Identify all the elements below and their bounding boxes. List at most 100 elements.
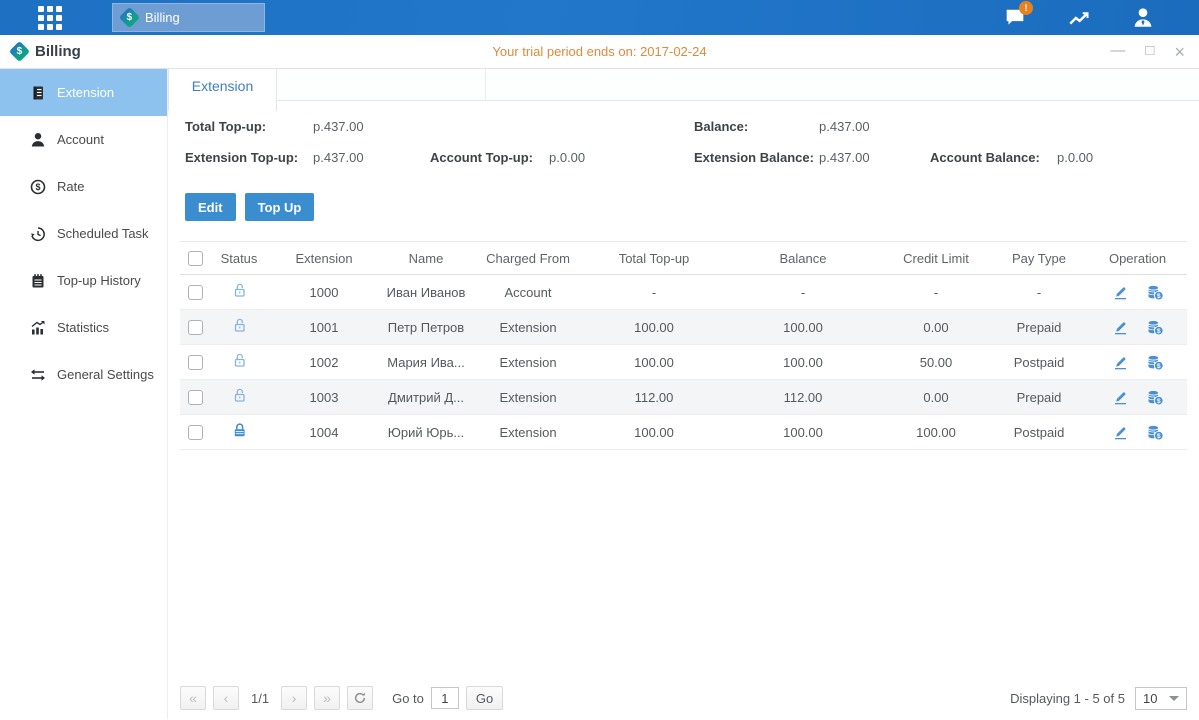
sidebar-item-statistics[interactable]: Statistics bbox=[0, 304, 167, 351]
ledger-icon bbox=[30, 85, 46, 101]
last-page-button[interactable]: » bbox=[314, 686, 340, 710]
prev-page-button[interactable]: ‹ bbox=[213, 686, 239, 710]
cell-extension: 1001 bbox=[268, 310, 380, 345]
coins-icon: $ bbox=[1146, 354, 1164, 371]
row-checkbox[interactable] bbox=[188, 320, 203, 335]
row-checkbox[interactable] bbox=[188, 285, 203, 300]
edit-row-button[interactable] bbox=[1110, 387, 1132, 407]
sidebar-item-label: Top-up History bbox=[57, 273, 141, 288]
unlocked-icon bbox=[231, 282, 248, 299]
col-extension: Extension bbox=[268, 242, 380, 275]
clock-history-icon bbox=[30, 226, 46, 242]
sidebar-item-rate[interactable]: $ Rate bbox=[0, 163, 167, 210]
go-button[interactable]: Go bbox=[466, 686, 503, 710]
cell-pay-type: Postpaid bbox=[990, 345, 1088, 380]
top-up-row-button[interactable]: $ bbox=[1144, 422, 1166, 442]
cell-credit-limit: 0.00 bbox=[882, 380, 990, 415]
account-topup-label: Account Top-up: bbox=[430, 150, 533, 165]
svg-text:$: $ bbox=[1156, 362, 1160, 369]
cell-balance: 100.00 bbox=[724, 345, 882, 380]
top-up-button[interactable]: Top Up bbox=[245, 193, 315, 221]
cell-pay-type: - bbox=[990, 275, 1088, 310]
pencil-icon bbox=[1112, 424, 1129, 441]
refresh-icon bbox=[353, 691, 367, 705]
svg-text:$: $ bbox=[1156, 432, 1160, 439]
first-page-button[interactable]: « bbox=[180, 686, 206, 710]
table-row: 1002 Мария Ива... Extension 100.00 100.0… bbox=[180, 345, 1187, 380]
edit-row-button[interactable] bbox=[1110, 282, 1132, 302]
table-row: 1001 Петр Петров Extension 100.00 100.00… bbox=[180, 310, 1187, 345]
top-up-row-button[interactable]: $ bbox=[1144, 387, 1166, 407]
top-up-row-button[interactable]: $ bbox=[1144, 352, 1166, 372]
sidebar-item-label: General Settings bbox=[57, 367, 154, 382]
sidebar: Extension Account $ Rate Scheduled Task bbox=[0, 69, 168, 719]
cell-name: Юрий Юрь... bbox=[380, 415, 472, 450]
bar-chart-icon bbox=[30, 320, 46, 336]
col-name: Name bbox=[380, 242, 472, 275]
edit-row-button[interactable] bbox=[1110, 352, 1132, 372]
row-checkbox[interactable] bbox=[188, 425, 203, 440]
user-account-button[interactable] bbox=[1129, 7, 1157, 29]
maximize-button[interactable]: □ bbox=[1145, 43, 1154, 61]
coins-icon: $ bbox=[1146, 389, 1164, 406]
cell-charged-from: Extension bbox=[472, 380, 584, 415]
cell-extension: 1004 bbox=[268, 415, 380, 450]
sidebar-item-scheduled-task[interactable]: Scheduled Task bbox=[0, 210, 167, 257]
cell-total-topup: 100.00 bbox=[584, 345, 724, 380]
next-page-button[interactable]: › bbox=[281, 686, 307, 710]
minimize-button[interactable]: — bbox=[1110, 43, 1125, 61]
svg-text:$: $ bbox=[1156, 327, 1160, 334]
sidebar-item-general-settings[interactable]: General Settings bbox=[0, 351, 167, 398]
cell-name: Петр Петров bbox=[380, 310, 472, 345]
extension-topup-label: Extension Top-up: bbox=[185, 150, 298, 165]
sidebar-item-extension[interactable]: Extension bbox=[0, 69, 167, 116]
select-all-checkbox[interactable] bbox=[188, 251, 203, 266]
tab-strip bbox=[168, 69, 1199, 101]
page-size-select[interactable]: 10 bbox=[1135, 687, 1187, 710]
cell-credit-limit: 0.00 bbox=[882, 310, 990, 345]
user-icon bbox=[1131, 7, 1155, 28]
tab-extension[interactable]: Extension bbox=[168, 69, 277, 111]
displaying-text: Displaying 1 - 5 of 5 bbox=[1010, 691, 1125, 706]
extension-balance-value: p.437.00 bbox=[819, 150, 870, 165]
total-topup-value: p.437.00 bbox=[313, 119, 364, 134]
cell-extension: 1000 bbox=[268, 275, 380, 310]
col-credit-limit: Credit Limit bbox=[882, 242, 990, 275]
app-launcher-grid-icon[interactable] bbox=[38, 6, 62, 30]
close-button[interactable]: × bbox=[1174, 43, 1185, 61]
sidebar-item-account[interactable]: Account bbox=[0, 116, 167, 163]
top-app-bar: $ Billing ! bbox=[0, 0, 1199, 35]
dollar-circle-icon: $ bbox=[30, 179, 46, 195]
top-up-row-button[interactable]: $ bbox=[1144, 317, 1166, 337]
cell-total-topup: 112.00 bbox=[584, 380, 724, 415]
cell-balance: 112.00 bbox=[724, 380, 882, 415]
total-topup-label: Total Top-up: bbox=[185, 119, 266, 134]
top-up-row-button[interactable]: $ bbox=[1144, 282, 1166, 302]
page-indicator: 1/1 bbox=[251, 691, 269, 706]
extension-topup-value: p.437.00 bbox=[313, 150, 364, 165]
edit-row-button[interactable] bbox=[1110, 422, 1132, 442]
refresh-button[interactable] bbox=[347, 686, 373, 710]
taskbar-tab-billing[interactable]: $ Billing bbox=[112, 3, 265, 32]
sidebar-item-label: Account bbox=[57, 132, 104, 147]
exchange-arrows-icon bbox=[30, 367, 46, 383]
goto-page-input[interactable] bbox=[431, 687, 459, 709]
coins-icon: $ bbox=[1146, 424, 1164, 441]
cell-total-topup: - bbox=[584, 275, 724, 310]
billing-diamond-icon: $ bbox=[119, 7, 140, 28]
cell-credit-limit: 100.00 bbox=[882, 415, 990, 450]
goto-label: Go to bbox=[392, 691, 424, 706]
sidebar-item-topup-history[interactable]: Top-up History bbox=[0, 257, 167, 304]
row-checkbox[interactable] bbox=[188, 355, 203, 370]
window-title-text: Billing bbox=[35, 43, 81, 60]
notifications-button[interactable]: ! bbox=[1001, 7, 1029, 29]
window-app-title: $ Billing bbox=[12, 43, 81, 60]
cell-charged-from: Extension bbox=[472, 310, 584, 345]
tab-label: Extension bbox=[192, 78, 253, 94]
unlocked-icon bbox=[231, 317, 248, 334]
edit-button[interactable]: Edit bbox=[185, 193, 236, 221]
person-icon bbox=[30, 132, 46, 148]
row-checkbox[interactable] bbox=[188, 390, 203, 405]
statistics-monitor-button[interactable] bbox=[1065, 7, 1093, 29]
edit-row-button[interactable] bbox=[1110, 317, 1132, 337]
